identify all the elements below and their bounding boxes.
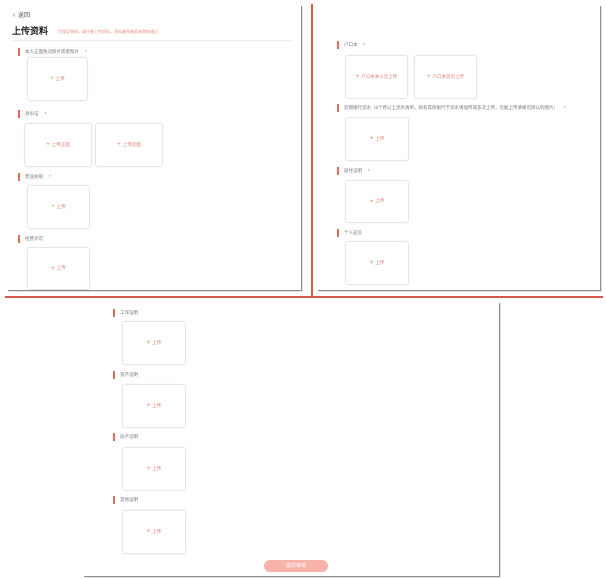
section-label-property-proof: 房产证明 [113, 433, 138, 441]
section-label-personal-credit: 个人征信 [337, 229, 362, 237]
chevron-left-icon: ‹ [13, 12, 16, 19]
upload-box-other-proof[interactable]: + 上传 [122, 510, 186, 554]
plus-icon: + [355, 74, 360, 80]
red-horizontal-divider [5, 296, 603, 298]
red-vertical-divider [311, 4, 313, 296]
submit-button[interactable]: 提交审核 [264, 560, 328, 572]
plus-icon: + [46, 142, 50, 148]
title-divider [12, 40, 292, 41]
upload-box-business-permit[interactable]: + 上传 [27, 247, 90, 290]
upload-box-id-front[interactable]: + 上传正面 [24, 123, 92, 167]
back-button[interactable]: ‹ 返回 [13, 12, 30, 19]
plus-icon: + [369, 260, 374, 266]
section-label-other-proof: 其他证明 [113, 496, 138, 504]
page-title: 上传资料 [12, 26, 49, 36]
plus-icon: + [51, 204, 55, 210]
upload-box-assets-proof[interactable]: + 上传 [122, 384, 186, 428]
upload-box-bank-statement[interactable]: + 上传 [345, 117, 409, 161]
page-hint: 为保证审核，请仔细上传资料，资料越多越容易审核通过 [58, 28, 159, 34]
plus-icon: + [50, 76, 54, 82]
plus-icon: + [117, 142, 121, 148]
section-label-id-card: 身份证 * [18, 110, 46, 118]
section-label-residence-proof: 居住证明 * [337, 167, 370, 175]
upload-box-portrait[interactable]: + 上传 [27, 57, 88, 101]
upload-box-property-proof[interactable]: + 上传 [122, 447, 186, 491]
plus-icon: + [146, 340, 151, 346]
upload-box-household-left[interactable]: + 户口本本人页上传 [345, 55, 408, 99]
section-label-household-register: 户口本 * [337, 41, 365, 49]
upload-box-id-back[interactable]: + 上传反面 [95, 123, 163, 167]
upload-box-employment-proof[interactable]: + 上传 [122, 321, 186, 365]
upload-box-household-right[interactable]: + 户口本首页上传 [414, 55, 477, 99]
back-label: 返回 [18, 13, 31, 19]
plus-icon: + [369, 198, 374, 205]
plus-icon: + [146, 529, 151, 535]
header-row: 上传资料 为保证审核，请仔细上传资料，资料越多越容易审核通过 [12, 27, 158, 36]
section-label-assets-proof: 资产证明 [113, 371, 138, 379]
upload-box-business-license[interactable]: + 上传 [27, 185, 90, 229]
section-label-portrait: 本人正面免冠照片或者照片 * [18, 48, 87, 56]
section-label-business-permit: 经营许可 [18, 235, 43, 243]
plus-icon: + [369, 136, 374, 142]
plus-icon: + [146, 403, 151, 409]
upload-box-personal-credit[interactable]: + 上传 [345, 241, 409, 285]
section-label-employment-proof: 工作证明 [113, 309, 138, 317]
plus-icon: + [51, 265, 55, 272]
upload-box-residence-proof[interactable]: + 上传 [345, 180, 409, 223]
plus-icon: + [146, 466, 151, 472]
section-label-bank-statement: 近期银行流水（6个月以上流水清单，如有其他银行卡流水请加传或多次上传，仅能上传清… [337, 104, 592, 112]
plus-icon: + [426, 74, 431, 80]
section-label-business-license: 营业执照 * [18, 173, 51, 181]
